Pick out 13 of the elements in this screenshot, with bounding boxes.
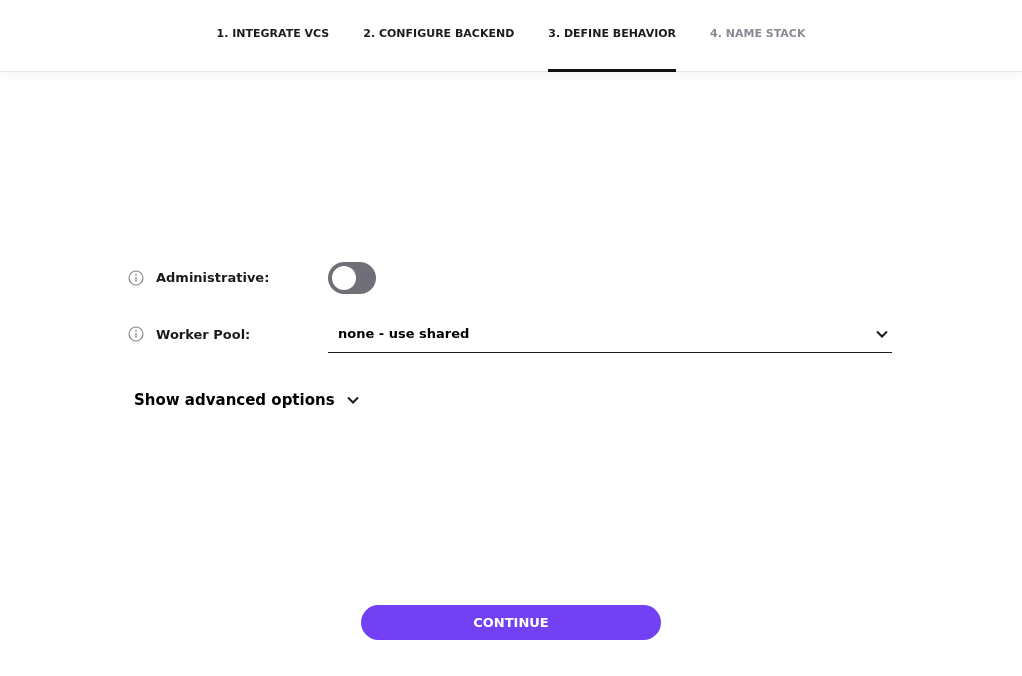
field-label: Worker Pool: — [156, 325, 251, 344]
step-tab[interactable]: 3. DEFINE BEHAVIOR — [548, 0, 677, 72]
chevron-down-icon — [876, 329, 888, 338]
field-label: Administrative: — [156, 269, 270, 288]
toggle-switch[interactable] — [328, 262, 376, 294]
info-icon — [128, 326, 144, 343]
chevron-down-icon — [346, 395, 359, 404]
step-tab[interactable]: 1. INTEGRATE VCS — [216, 0, 330, 72]
info-icon — [128, 270, 144, 286]
continue-button[interactable]: CONTINUE — [361, 605, 661, 640]
advanced-options-toggle[interactable]: Show advanced options — [134, 388, 359, 411]
select-field[interactable]: none - use shared — [328, 316, 892, 353]
step-tab[interactable]: 2. CONFIGURE BACKEND — [363, 0, 515, 72]
